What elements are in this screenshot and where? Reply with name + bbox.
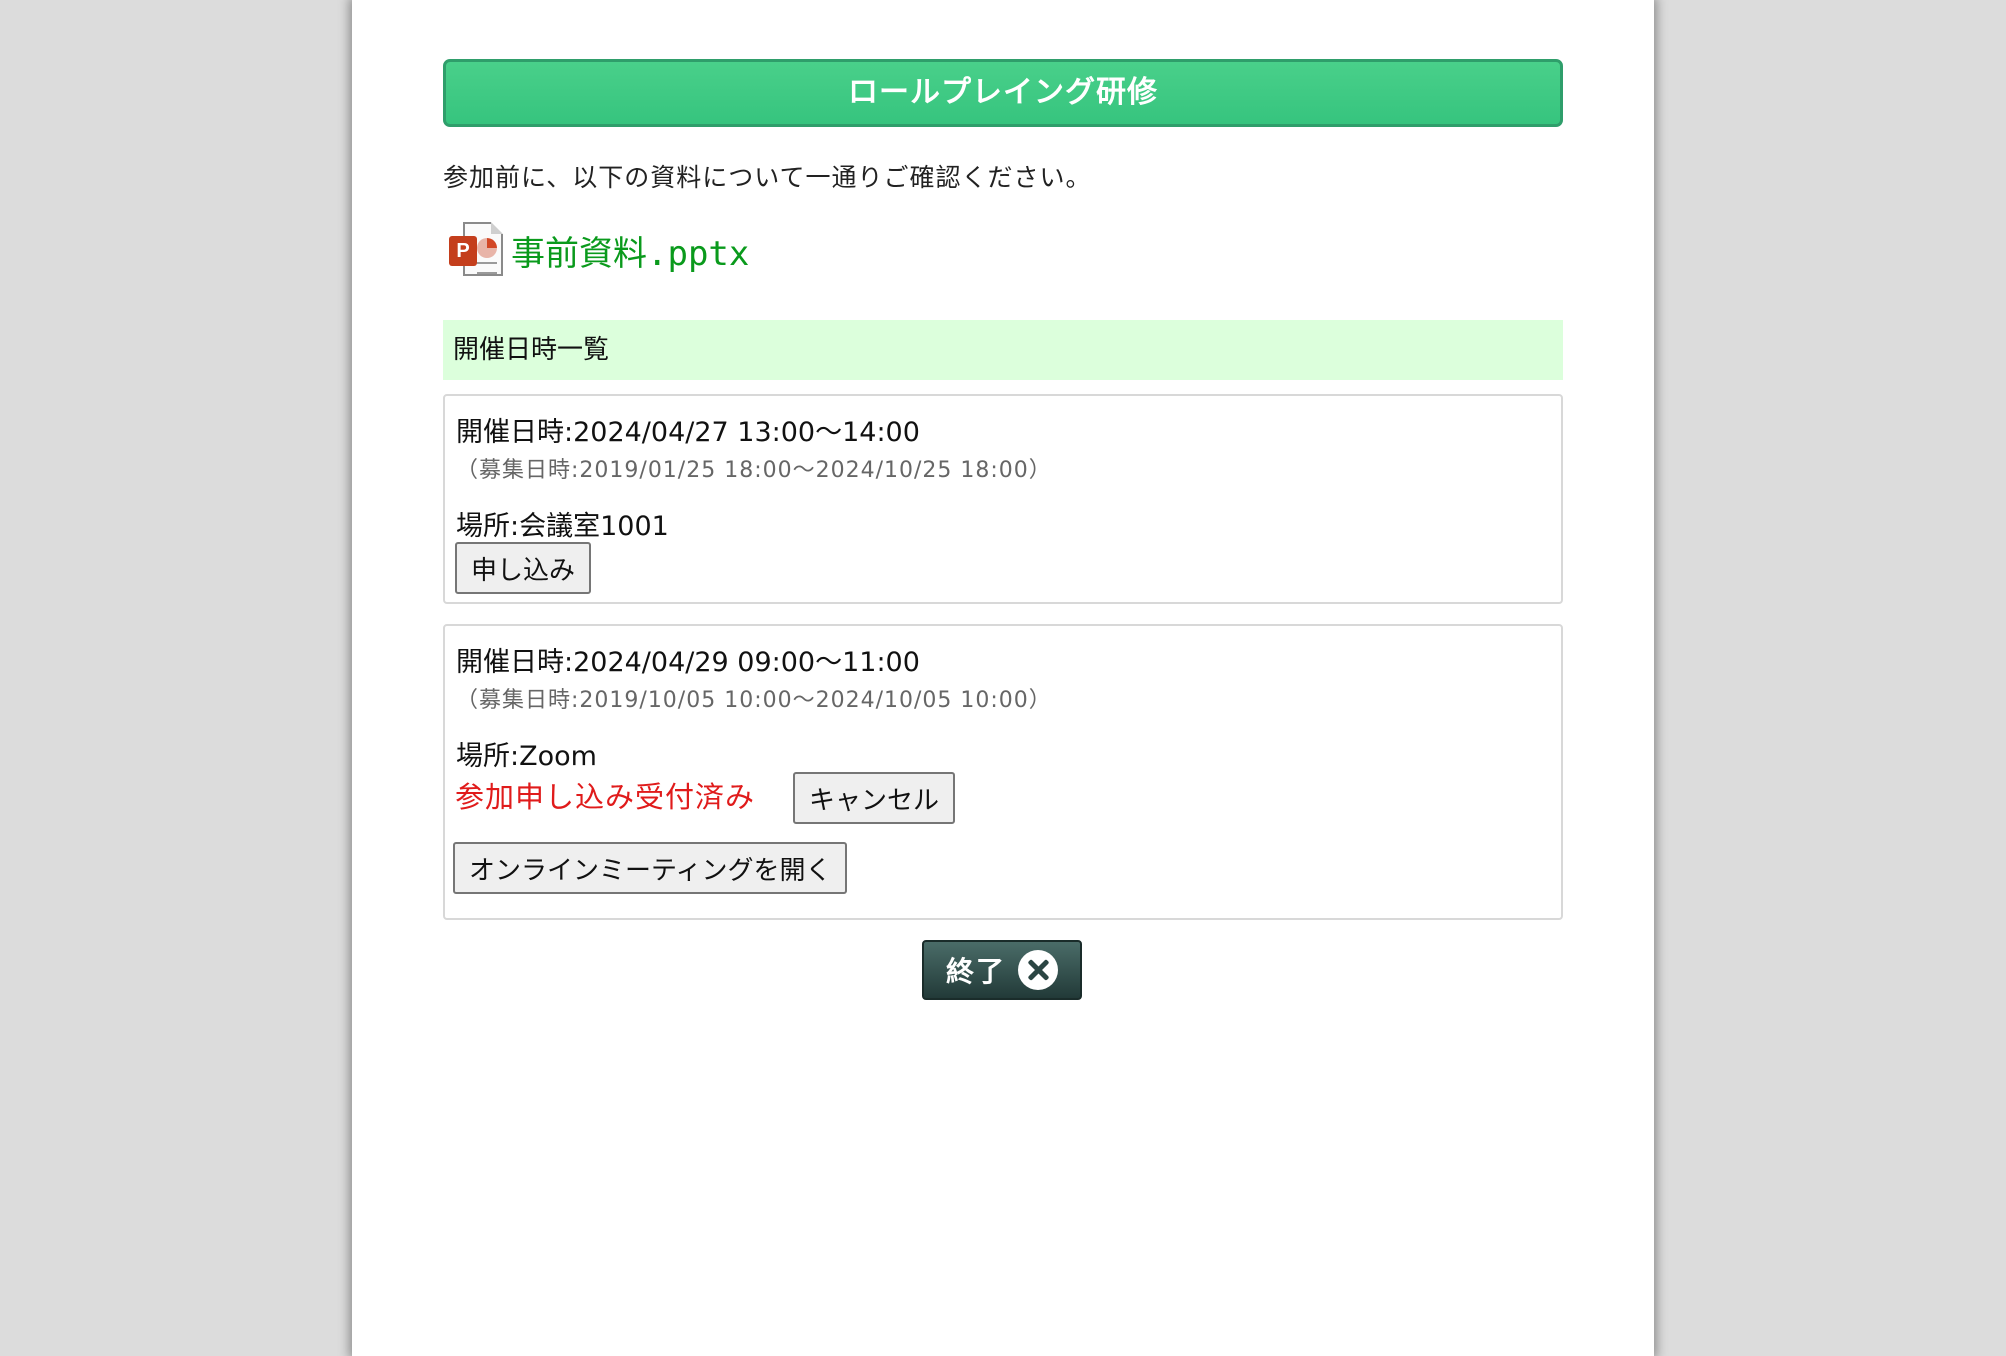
session-place: 場所:会議室1001 <box>456 511 669 542</box>
open-meeting-button[interactable]: オンラインミーティングを開く <box>453 842 848 894</box>
material-item[interactable]: P 事前資料.pptx <box>449 220 749 280</box>
session-date: 開催日時:2024/04/27 13:00～14:00 <box>456 417 920 448</box>
close-icon <box>1018 950 1058 990</box>
session-date: 開催日時:2024/04/29 09:00～11:00 <box>456 647 920 678</box>
recruit-period: （募集日時:2019/10/05 10:00～2024/10/05 10:00） <box>456 688 1052 713</box>
cancel-button[interactable]: キャンセル <box>793 772 956 824</box>
apply-button[interactable]: 申し込み <box>455 542 592 594</box>
page-title: ロールプレイング研修 <box>443 59 1563 127</box>
material-download-link[interactable]: 事前資料.pptx <box>511 226 749 275</box>
end-label: 終了 <box>945 955 1006 988</box>
end-button[interactable]: 終了 <box>922 940 1082 1000</box>
recruit-period: （募集日時:2019/01/25 18:00～2024/10/25 18:00） <box>456 458 1052 483</box>
registration-status: 参加申し込み受付済み <box>455 780 756 814</box>
powerpoint-badge: P <box>449 236 477 266</box>
session-place: 場所:Zoom <box>456 741 597 772</box>
powerpoint-file-icon[interactable]: P <box>449 220 507 280</box>
page-container: ロールプレイング研修 参加前に、以下の資料について一通りご確認ください。 P 事… <box>352 0 1654 1356</box>
schedule-heading: 開催日時一覧 <box>443 320 1563 380</box>
session-card: 開催日時:2024/04/27 13:00～14:00 （募集日時:2019/0… <box>443 394 1563 604</box>
instruction-text: 参加前に、以下の資料について一通りご確認ください。 <box>443 163 1092 192</box>
